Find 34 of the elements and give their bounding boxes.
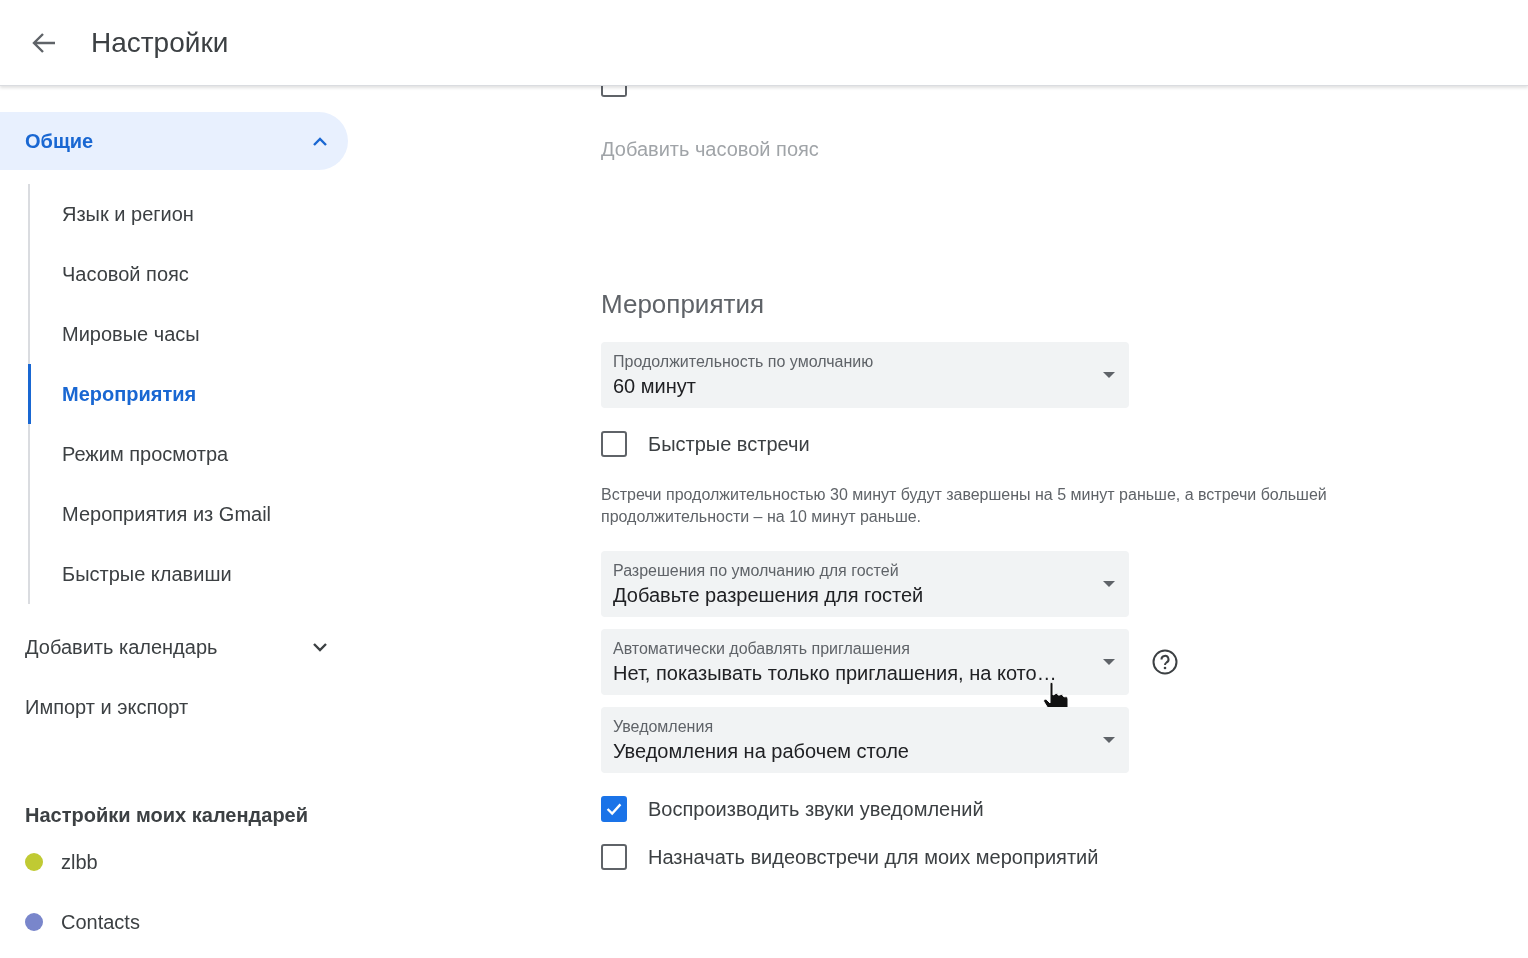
calendar-name[interactable]: Contacts <box>61 910 140 934</box>
help-icon[interactable] <box>1152 649 1178 675</box>
checkbox-label: Назначать видеовстречи для моих мероприятий <box>648 845 1099 869</box>
section-title: Мероприятия <box>601 289 765 320</box>
sidebar-item[interactable]: Импорт и экспорт <box>0 678 348 736</box>
section-heading: Настройки моих календарей <box>24 802 310 828</box>
checkbox-label: Быстрые встречи <box>648 432 810 456</box>
caret-icon <box>1103 737 1115 743</box>
caret-icon <box>1103 659 1115 665</box>
checkbox[interactable] <box>601 844 627 870</box>
checkbox[interactable] <box>601 431 627 457</box>
dropdown-field[interactable]: Разрешения по умолчанию для гостей Добавьте разрешения для гостей <box>601 551 1129 617</box>
caret-icon <box>1103 581 1115 587</box>
sidebar-subitem[interactable]: Язык и регион <box>28 184 350 244</box>
caret-icon <box>1103 372 1115 378</box>
sidebar-subitem[interactable]: Быстрые клавиши <box>28 544 350 604</box>
chevron-icon <box>312 136 328 146</box>
sidebar-subitem[interactable]: Режим просмотра <box>28 424 350 484</box>
calendar-name[interactable]: zlbb <box>61 850 98 874</box>
sidebar-subitem[interactable]: Мировые часы <box>28 304 350 364</box>
sidebar-item[interactable]: Общие <box>0 112 348 170</box>
sidebar-subitem[interactable]: Мероприятия <box>28 364 350 424</box>
sidebar-subitem[interactable]: Часовой пояс <box>28 244 350 304</box>
dropdown-field[interactable]: Автоматически добавлять приглашения Нет, показывать только приглашения, на кото… <box>601 629 1129 695</box>
page-title: Настройки <box>91 26 229 59</box>
checkbox[interactable] <box>601 796 627 822</box>
dropdown-field[interactable]: Продолжительность по умолчанию 60 минут <box>601 342 1129 408</box>
chevron-icon <box>312 642 328 652</box>
dropdown-field[interactable]: Уведомления Уведомления на рабочем столе <box>601 707 1129 773</box>
checkbox[interactable] <box>601 86 627 97</box>
hint-text: Встречи продолжительностью 30 минут будут завершены на 5 минут раньше, а встречи большей продолжительности – на 10 минут раньше. <box>601 485 1328 527</box>
sidebar-item[interactable]: Добавить календарь <box>0 618 348 676</box>
checkbox-label: Воспроизводить звуки уведомлений <box>648 797 984 821</box>
sidebar-subitem[interactable]: Мероприятия из Gmail <box>28 484 350 544</box>
